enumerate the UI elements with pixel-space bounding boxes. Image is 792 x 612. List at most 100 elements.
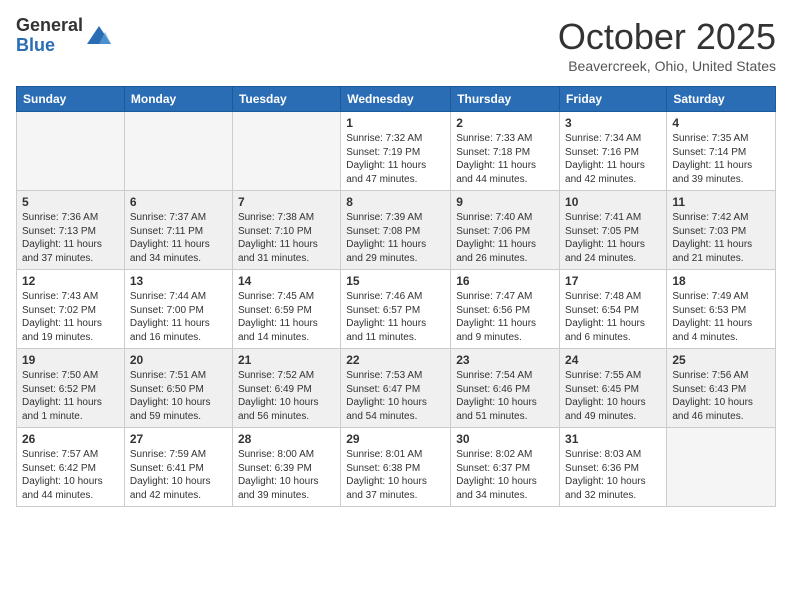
calendar-cell — [667, 428, 776, 507]
day-info: Sunrise: 8:03 AM Sunset: 6:36 PM Dayligh… — [565, 448, 661, 502]
day-number: 29 — [346, 432, 445, 446]
calendar-cell: 19Sunrise: 7:50 AM Sunset: 6:52 PM Dayli… — [17, 349, 125, 428]
calendar-cell: 4 Sunrise: 7:35 AM Sunset: 7:14 PM Daylig… — [667, 112, 776, 191]
logo-general-text: General — [16, 16, 83, 36]
calendar-cell: 29 Sunrise: 8:01 AM Sunset: 6:38 PM Dayli… — [341, 428, 451, 507]
calendar-cell — [124, 112, 232, 191]
day-number: 15 — [346, 274, 445, 288]
calendar-header-row: SundayMondayTuesdayWednesdayThursdayFrid… — [17, 87, 776, 112]
day-number: 10 — [565, 195, 661, 209]
day-number: 26 — [22, 432, 119, 446]
day-header-tuesday: Tuesday — [232, 87, 340, 112]
calendar-cell: 20Sunrise: 7:51 AM Sunset: 6:50 PM Dayli… — [124, 349, 232, 428]
day-number: 13 — [130, 274, 227, 288]
calendar-week-row: 12 Sunrise: 7:43 AM Sunset: 7:02 PM Dayli… — [17, 270, 776, 349]
day-info: Sunrise: 8:00 AM Sunset: 6:39 PM Dayligh… — [238, 448, 335, 502]
day-number: 21 — [238, 353, 335, 367]
day-number: 7 — [238, 195, 335, 209]
logo-icon — [85, 22, 113, 50]
calendar-cell: 7 Sunrise: 7:38 AM Sunset: 7:10 PM Daylig… — [232, 191, 340, 270]
calendar-cell: 21 Sunrise: 7:52 AM Sunset: 6:49 PM Dayli… — [232, 349, 340, 428]
calendar-cell: 5Sunrise: 7:36 AM Sunset: 7:13 PM Daylig… — [17, 191, 125, 270]
day-number: 6 — [130, 195, 227, 209]
calendar-cell: 12 Sunrise: 7:43 AM Sunset: 7:02 PM Dayli… — [17, 270, 125, 349]
calendar-cell: 13 Sunrise: 7:44 AM Sunset: 7:00 PM Dayli… — [124, 270, 232, 349]
day-info: Sunrise: 7:38 AM Sunset: 7:10 PM Dayligh… — [238, 211, 335, 265]
calendar-cell: 9Sunrise: 7:40 AM Sunset: 7:06 PM Daylig… — [451, 191, 560, 270]
calendar-cell: 3 Sunrise: 7:34 AM Sunset: 7:16 PM Daylig… — [560, 112, 667, 191]
calendar-cell: 16 Sunrise: 7:47 AM Sunset: 6:56 PM Dayli… — [451, 270, 560, 349]
day-header-saturday: Saturday — [667, 87, 776, 112]
day-number: 24 — [565, 353, 661, 367]
title-block: October 2025 Beavercreek, Ohio, United S… — [558, 16, 776, 74]
calendar-cell: 27 Sunrise: 7:59 AM Sunset: 6:41 PM Dayli… — [124, 428, 232, 507]
page-header: General Blue October 2025 Beavercreek, O… — [16, 16, 776, 74]
day-info: Sunrise: 7:47 AM Sunset: 6:56 PM Dayligh… — [456, 290, 554, 344]
calendar-cell: 17 Sunrise: 7:48 AM Sunset: 6:54 PM Dayli… — [560, 270, 667, 349]
calendar-cell: 31 Sunrise: 8:03 AM Sunset: 6:36 PM Dayli… — [560, 428, 667, 507]
day-header-sunday: Sunday — [17, 87, 125, 112]
day-info: Sunrise: 7:35 AM Sunset: 7:14 PM Dayligh… — [672, 132, 770, 186]
day-number: 30 — [456, 432, 554, 446]
day-info: Sunrise: 7:43 AM Sunset: 7:02 PM Dayligh… — [22, 290, 119, 344]
day-number: 16 — [456, 274, 554, 288]
day-info: Sunrise: 7:51 AM Sunset: 6:50 PM Dayligh… — [130, 369, 227, 423]
logo-blue-text: Blue — [16, 36, 83, 56]
day-header-thursday: Thursday — [451, 87, 560, 112]
day-number: 11 — [672, 195, 770, 209]
day-number: 2 — [456, 116, 554, 130]
calendar-cell: 8 Sunrise: 7:39 AM Sunset: 7:08 PM Daylig… — [341, 191, 451, 270]
calendar-cell: 18Sunrise: 7:49 AM Sunset: 6:53 PM Dayli… — [667, 270, 776, 349]
day-info: Sunrise: 7:48 AM Sunset: 6:54 PM Dayligh… — [565, 290, 661, 344]
day-number: 17 — [565, 274, 661, 288]
day-number: 4 — [672, 116, 770, 130]
day-info: Sunrise: 8:01 AM Sunset: 6:38 PM Dayligh… — [346, 448, 445, 502]
calendar-cell: 14Sunrise: 7:45 AM Sunset: 6:59 PM Dayli… — [232, 270, 340, 349]
day-number: 12 — [22, 274, 119, 288]
day-info: Sunrise: 7:44 AM Sunset: 7:00 PM Dayligh… — [130, 290, 227, 344]
calendar-cell — [232, 112, 340, 191]
day-number: 8 — [346, 195, 445, 209]
day-info: Sunrise: 7:32 AM Sunset: 7:19 PM Dayligh… — [346, 132, 445, 186]
day-info: Sunrise: 7:33 AM Sunset: 7:18 PM Dayligh… — [456, 132, 554, 186]
calendar-cell: 2 Sunrise: 7:33 AM Sunset: 7:18 PM Daylig… — [451, 112, 560, 191]
day-number: 14 — [238, 274, 335, 288]
day-number: 23 — [456, 353, 554, 367]
day-info: Sunrise: 7:55 AM Sunset: 6:45 PM Dayligh… — [565, 369, 661, 423]
calendar-cell: 22Sunrise: 7:53 AM Sunset: 6:47 PM Dayli… — [341, 349, 451, 428]
day-header-wednesday: Wednesday — [341, 87, 451, 112]
day-info: Sunrise: 7:36 AM Sunset: 7:13 PM Dayligh… — [22, 211, 119, 265]
day-info: Sunrise: 7:46 AM Sunset: 6:57 PM Dayligh… — [346, 290, 445, 344]
day-number: 18 — [672, 274, 770, 288]
day-info: Sunrise: 7:59 AM Sunset: 6:41 PM Dayligh… — [130, 448, 227, 502]
location: Beavercreek, Ohio, United States — [558, 58, 776, 74]
day-info: Sunrise: 7:39 AM Sunset: 7:08 PM Dayligh… — [346, 211, 445, 265]
day-number: 25 — [672, 353, 770, 367]
calendar-cell: 23 Sunrise: 7:54 AM Sunset: 6:46 PM Dayli… — [451, 349, 560, 428]
day-info: Sunrise: 7:52 AM Sunset: 6:49 PM Dayligh… — [238, 369, 335, 423]
logo: General Blue — [16, 16, 113, 56]
calendar-cell: 26Sunrise: 7:57 AM Sunset: 6:42 PM Dayli… — [17, 428, 125, 507]
calendar-cell: 25 Sunrise: 7:56 AM Sunset: 6:43 PM Dayli… — [667, 349, 776, 428]
calendar-week-row: 19Sunrise: 7:50 AM Sunset: 6:52 PM Dayli… — [17, 349, 776, 428]
day-number: 31 — [565, 432, 661, 446]
calendar-cell — [17, 112, 125, 191]
calendar-week-row: 26Sunrise: 7:57 AM Sunset: 6:42 PM Dayli… — [17, 428, 776, 507]
day-info: Sunrise: 7:54 AM Sunset: 6:46 PM Dayligh… — [456, 369, 554, 423]
day-number: 27 — [130, 432, 227, 446]
calendar-week-row: 1 Sunrise: 7:32 AM Sunset: 7:19 PM Daylig… — [17, 112, 776, 191]
calendar-cell: 10 Sunrise: 7:41 AM Sunset: 7:05 PM Dayli… — [560, 191, 667, 270]
calendar-cell: 6 Sunrise: 7:37 AM Sunset: 7:11 PM Daylig… — [124, 191, 232, 270]
day-number: 1 — [346, 116, 445, 130]
day-number: 3 — [565, 116, 661, 130]
day-number: 22 — [346, 353, 445, 367]
calendar-cell: 15 Sunrise: 7:46 AM Sunset: 6:57 PM Dayli… — [341, 270, 451, 349]
day-info: Sunrise: 7:37 AM Sunset: 7:11 PM Dayligh… — [130, 211, 227, 265]
calendar-cell: 24 Sunrise: 7:55 AM Sunset: 6:45 PM Dayli… — [560, 349, 667, 428]
day-info: Sunrise: 7:42 AM Sunset: 7:03 PM Dayligh… — [672, 211, 770, 265]
day-info: Sunrise: 7:34 AM Sunset: 7:16 PM Dayligh… — [565, 132, 661, 186]
day-header-monday: Monday — [124, 87, 232, 112]
day-info: Sunrise: 7:41 AM Sunset: 7:05 PM Dayligh… — [565, 211, 661, 265]
day-info: Sunrise: 7:50 AM Sunset: 6:52 PM Dayligh… — [22, 369, 119, 423]
day-info: Sunrise: 7:56 AM Sunset: 6:43 PM Dayligh… — [672, 369, 770, 423]
